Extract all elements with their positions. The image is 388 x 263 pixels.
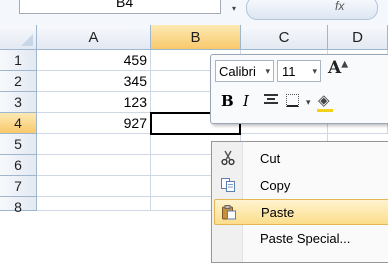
scissors-icon <box>221 150 235 166</box>
menu-item-label: Cut <box>260 151 281 166</box>
row-header-8[interactable]: 8 <box>0 197 37 215</box>
font-size-value: 11 <box>282 64 296 79</box>
name-box[interactable]: B4 <box>19 0 221 14</box>
italic-button[interactable]: I <box>243 92 249 110</box>
menu-item-label: Paste <box>261 205 295 220</box>
row-header-2[interactable]: 2 <box>0 71 37 92</box>
grow-font-icon[interactable]: A▲ <box>328 58 348 78</box>
chevron-down-icon[interactable]: ▾ <box>306 97 311 108</box>
row-header-1[interactable]: 1 <box>0 50 37 71</box>
bold-button[interactable]: B <box>221 92 234 110</box>
name-box-value: B4 <box>116 0 134 10</box>
column-header-c[interactable]: C <box>241 25 328 50</box>
name-box-dropdown-icon[interactable]: ▾ <box>232 4 236 13</box>
menu-item-cut[interactable]: Cut <box>212 146 388 172</box>
row-header-6[interactable]: 6 <box>0 155 37 176</box>
cell-a5[interactable] <box>37 134 151 155</box>
fx-icon: fx <box>335 0 345 13</box>
fill-color-icon[interactable]: ◈ <box>318 91 330 109</box>
row-header-5[interactable]: 5 <box>0 134 37 155</box>
column-header-b[interactable]: B <box>151 25 241 50</box>
spreadsheet: B4 ▾ fx A B C D 1 2 3 4 5 6 7 8 459 345 … <box>0 0 388 263</box>
formula-bar: B4 ▾ fx <box>0 0 388 26</box>
cell-a6[interactable] <box>37 155 151 176</box>
font-size-select[interactable]: 11 ▾ <box>277 60 321 82</box>
cell-a4[interactable]: 927 <box>37 113 151 134</box>
font-name-select[interactable]: Calibri ▾ <box>215 60 274 82</box>
select-all-triangle-icon <box>21 34 33 46</box>
menu-item-label: Copy <box>260 178 291 193</box>
row-header-7[interactable]: 7 <box>0 176 37 197</box>
row-header-4[interactable]: 4 <box>0 113 37 134</box>
cell-a7[interactable] <box>37 176 151 197</box>
select-all-button[interactable] <box>0 25 37 50</box>
grow-font-arrow: ▲ <box>341 59 349 70</box>
column-header-d[interactable]: D <box>328 25 388 50</box>
row-header-3[interactable]: 3 <box>0 92 37 113</box>
copy-icon <box>221 178 235 192</box>
borders-icon[interactable] <box>286 94 299 107</box>
chevron-down-icon: ▾ <box>312 66 317 76</box>
column-header-a[interactable]: A <box>37 25 151 50</box>
mini-toolbar: Calibri ▾ 11 ▾ A▲ B I ▾ ◈ <box>210 54 388 124</box>
chevron-down-icon: ▾ <box>265 66 270 76</box>
menu-item-paste-special[interactable]: Paste Special... <box>212 226 388 252</box>
cell-a8[interactable] <box>37 197 151 211</box>
insert-function-button[interactable]: fx <box>246 0 378 20</box>
cell-a1[interactable]: 459 <box>37 50 151 71</box>
context-menu: Cut Copy Paste Paste Special... <box>211 141 388 263</box>
menu-item-copy[interactable]: Copy <box>212 173 388 199</box>
menu-item-label: Paste Special... <box>260 231 351 246</box>
cell-a3[interactable]: 123 <box>37 92 151 113</box>
font-name-value: Calibri <box>219 64 256 79</box>
menu-item-paste[interactable]: Paste <box>214 199 388 225</box>
clipboard-icon <box>222 205 236 220</box>
center-align-icon[interactable] <box>264 94 278 108</box>
fill-color-swatch <box>317 109 333 112</box>
grow-font-label: A <box>328 58 342 78</box>
cell-a2[interactable]: 345 <box>37 71 151 92</box>
